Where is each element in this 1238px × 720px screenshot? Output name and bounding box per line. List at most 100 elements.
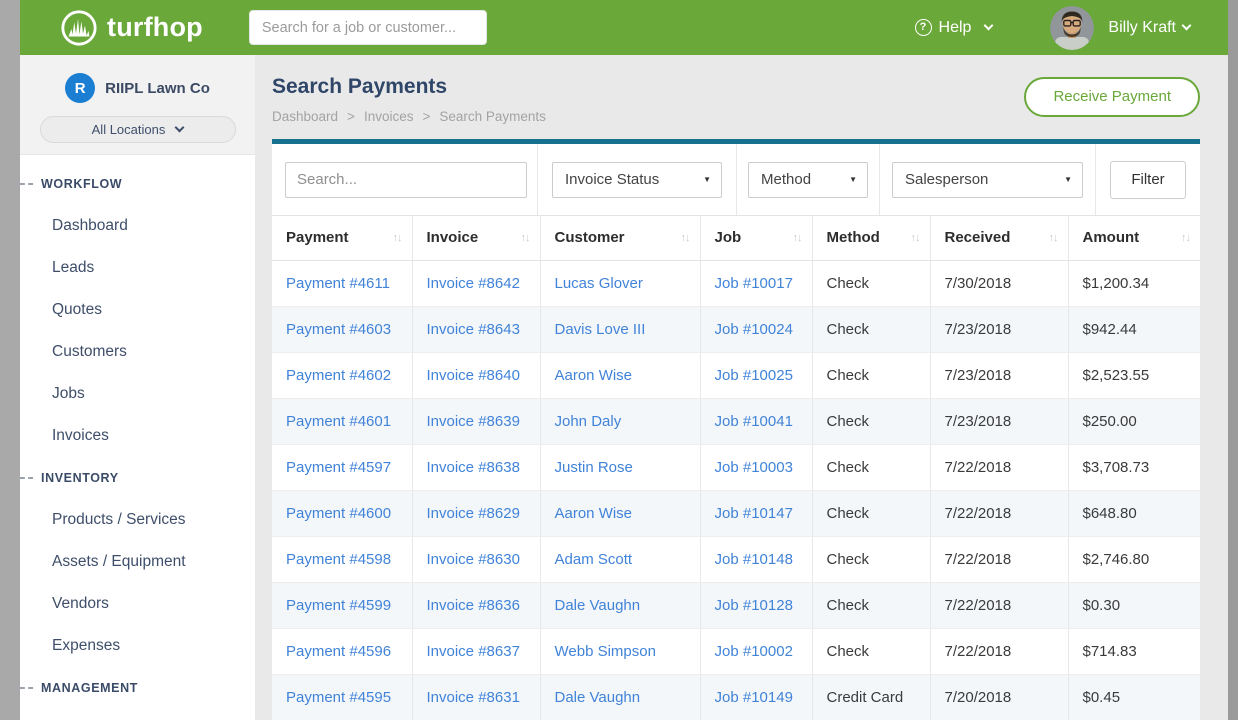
invoice-link[interactable]: Invoice #8640 <box>427 367 520 384</box>
customer-link[interactable]: Aaron Wise <box>555 505 633 522</box>
customer-link[interactable]: Lucas Glover <box>555 275 643 292</box>
table-row: Payment #4598 Invoice #8630 Adam Scott Job … <box>272 536 1200 582</box>
breadcrumb-item[interactable]: Dashboard <box>272 109 338 124</box>
customer-link[interactable]: Dale Vaughn <box>555 597 641 614</box>
payment-link[interactable]: Payment #4599 <box>286 597 391 614</box>
job-link[interactable]: Job #10128 <box>715 597 793 614</box>
payment-link[interactable]: Payment #4596 <box>286 643 391 660</box>
sidebar-item-assets-equipment[interactable]: Assets / Equipment <box>20 541 255 583</box>
invoice-status-select[interactable]: Invoice Status ▼ <box>552 162 722 198</box>
user-menu[interactable]: Billy Kraft <box>1050 6 1190 50</box>
help-menu[interactable]: ? Help <box>915 19 993 37</box>
column-header-job[interactable]: Job↑↓ <box>700 216 812 260</box>
customer-link[interactable]: John Daly <box>555 413 622 430</box>
invoice-link[interactable]: Invoice #8631 <box>427 689 520 706</box>
received-cell: 7/30/2018 <box>930 260 1068 306</box>
sidebar-item-jobs[interactable]: Jobs <box>20 373 255 415</box>
payment-link[interactable]: Payment #4600 <box>286 505 391 522</box>
sidebar-item-vendors[interactable]: Vendors <box>20 583 255 625</box>
column-header-invoice[interactable]: Invoice↑↓ <box>412 216 540 260</box>
app-logo[interactable]: turfhop <box>60 9 203 47</box>
invoice-link[interactable]: Invoice #8638 <box>427 459 520 476</box>
global-search-input[interactable] <box>249 10 487 45</box>
sidebar-item-customers[interactable]: Customers <box>20 331 255 373</box>
method-cell: Credit Card <box>812 674 930 720</box>
sidebar-item-expenses[interactable]: Expenses <box>20 625 255 667</box>
amount-cell: $250.00 <box>1068 398 1200 444</box>
filter-button[interactable]: Filter <box>1110 161 1186 199</box>
column-header-customer[interactable]: Customer↑↓ <box>540 216 700 260</box>
sort-arrows-icon[interactable]: ↑↓ <box>911 232 920 244</box>
receive-payment-button[interactable]: Receive Payment <box>1024 77 1200 117</box>
customer-link[interactable]: Justin Rose <box>555 459 633 476</box>
sidebar-item-leads[interactable]: Leads <box>20 247 255 289</box>
job-link[interactable]: Job #10148 <box>715 551 793 568</box>
sort-arrows-icon[interactable]: ↑↓ <box>1049 232 1058 244</box>
breadcrumb-separator: > <box>347 109 355 124</box>
received-cell: 7/22/2018 <box>930 582 1068 628</box>
invoice-link[interactable]: Invoice #8636 <box>427 597 520 614</box>
payment-link[interactable]: Payment #4595 <box>286 689 391 706</box>
sidebar-item-dashboard[interactable]: Dashboard <box>20 205 255 247</box>
job-link[interactable]: Job #10002 <box>715 643 793 660</box>
sort-arrows-icon[interactable]: ↑↓ <box>393 232 402 244</box>
invoice-link[interactable]: Invoice #8642 <box>427 275 520 292</box>
payment-link[interactable]: Payment #4598 <box>286 551 391 568</box>
sidebar-item-products-services[interactable]: Products / Services <box>20 499 255 541</box>
sidebar-item-invoices[interactable]: Invoices <box>20 415 255 457</box>
scrollbar-track[interactable] <box>1228 0 1238 720</box>
job-link[interactable]: Job #10149 <box>715 689 793 706</box>
invoice-link[interactable]: Invoice #8629 <box>427 505 520 522</box>
salesperson-select[interactable]: Salesperson ▼ <box>892 162 1083 198</box>
job-link[interactable]: Job #10041 <box>715 413 793 430</box>
invoice-cell: Invoice #8643 <box>412 306 540 352</box>
received-cell: 7/22/2018 <box>930 628 1068 674</box>
payment-link[interactable]: Payment #4602 <box>286 367 391 384</box>
payments-search-input[interactable] <box>285 162 527 198</box>
customer-cell: Webb Simpson <box>540 628 700 674</box>
sort-arrows-icon[interactable]: ↑↓ <box>521 232 530 244</box>
method-select[interactable]: Method ▼ <box>748 162 868 198</box>
table-row: Payment #4600 Invoice #8629 Aaron Wise Job … <box>272 490 1200 536</box>
received-cell: 7/22/2018 <box>930 444 1068 490</box>
method-cell: Check <box>812 398 930 444</box>
locations-dropdown[interactable]: All Locations <box>40 116 236 143</box>
job-link[interactable]: Job #10025 <box>715 367 793 384</box>
sidebar-item-quotes[interactable]: Quotes <box>20 289 255 331</box>
sort-arrows-icon[interactable]: ↑↓ <box>1181 232 1190 244</box>
customer-link[interactable]: Webb Simpson <box>555 643 656 660</box>
customer-cell: Aaron Wise <box>540 352 700 398</box>
table-row: Payment #4597 Invoice #8638 Justin Rose Job… <box>272 444 1200 490</box>
column-header-payment[interactable]: Payment↑↓ <box>272 216 412 260</box>
customer-link[interactable]: Adam Scott <box>555 551 633 568</box>
payment-link[interactable]: Payment #4603 <box>286 321 391 338</box>
section-dashes-icon <box>20 183 33 185</box>
breadcrumb: Dashboard>Invoices>Search Payments <box>272 109 546 124</box>
received-cell: 7/22/2018 <box>930 536 1068 582</box>
job-link[interactable]: Job #10003 <box>715 459 793 476</box>
table-row: Payment #4596 Invoice #8637 Webb Simpson Jo… <box>272 628 1200 674</box>
job-link[interactable]: Job #10147 <box>715 505 793 522</box>
customer-link[interactable]: Davis Love III <box>555 321 646 338</box>
payment-link[interactable]: Payment #4601 <box>286 413 391 430</box>
job-link[interactable]: Job #10024 <box>715 321 793 338</box>
column-header-method[interactable]: Method↑↓ <box>812 216 930 260</box>
invoice-link[interactable]: Invoice #8639 <box>427 413 520 430</box>
breadcrumb-item[interactable]: Invoices <box>364 109 414 124</box>
job-link[interactable]: Job #10017 <box>715 275 793 292</box>
customer-cell: Aaron Wise <box>540 490 700 536</box>
customer-link[interactable]: Aaron Wise <box>555 367 633 384</box>
page-title: Search Payments <box>272 75 546 99</box>
invoice-link[interactable]: Invoice #8630 <box>427 551 520 568</box>
payment-link[interactable]: Payment #4611 <box>286 275 390 292</box>
top-header: turfhop ? Help <box>20 0 1228 55</box>
payment-link[interactable]: Payment #4597 <box>286 459 391 476</box>
sort-arrows-icon[interactable]: ↑↓ <box>793 232 802 244</box>
customer-link[interactable]: Dale Vaughn <box>555 689 641 706</box>
column-header-amount[interactable]: Amount↑↓ <box>1068 216 1200 260</box>
invoice-link[interactable]: Invoice #8637 <box>427 643 520 660</box>
column-header-received[interactable]: Received↑↓ <box>930 216 1068 260</box>
job-cell: Job #10017 <box>700 260 812 306</box>
sort-arrows-icon[interactable]: ↑↓ <box>681 232 690 244</box>
invoice-link[interactable]: Invoice #8643 <box>427 321 520 338</box>
